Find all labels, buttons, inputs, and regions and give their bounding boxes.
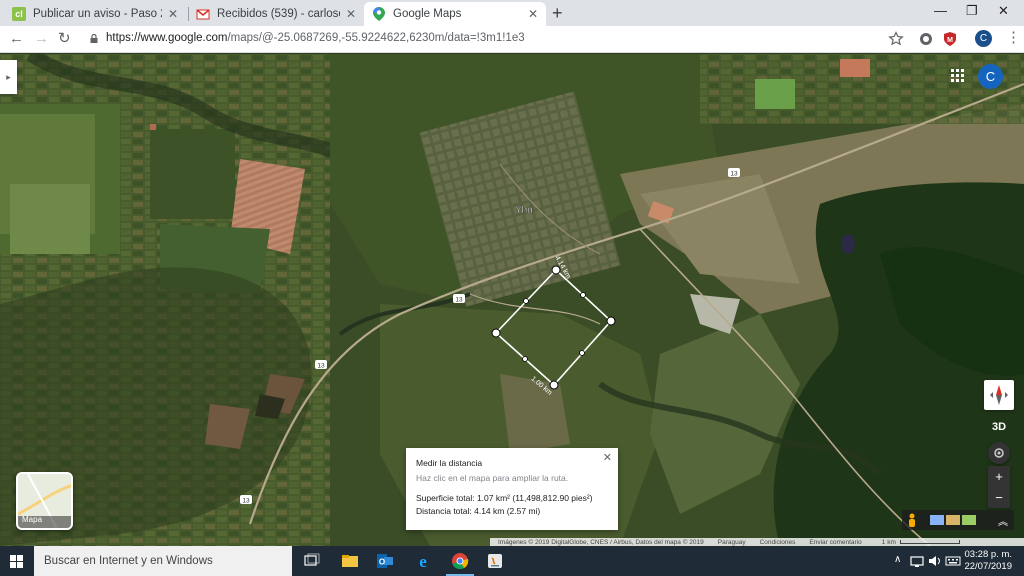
measure-hint: Haz clic en el mapa para ampliar la ruta…: [416, 473, 569, 483]
location-target-icon: [994, 448, 1004, 458]
expand-side-panel-button[interactable]: ▸: [0, 60, 17, 94]
tab-strip: cl Publicar un aviso - Paso 2 - Clasi ✕ …: [0, 0, 1024, 26]
google-apps-icon[interactable]: [951, 69, 964, 82]
zoom-in-button[interactable]: +: [988, 466, 1010, 487]
close-tab-icon[interactable]: ✕: [346, 7, 356, 21]
forward-button[interactable]: →: [34, 30, 49, 48]
tab-title: Recibidos (539) - carloseliasmarti: [217, 8, 340, 20]
clock-time: 03:28 p. m.: [964, 549, 1012, 560]
volume-icon[interactable]: [926, 552, 944, 570]
account-avatar[interactable]: C: [978, 64, 1003, 89]
route-label: 13: [242, 498, 250, 505]
file-explorer-icon[interactable]: [341, 552, 359, 570]
address-bar[interactable]: https://www.google.com/maps/@-25.0687269…: [106, 32, 525, 44]
url-host: https://www.google.com: [106, 32, 228, 44]
map-type-label: Mapa: [22, 515, 43, 524]
imagery-thumbnail[interactable]: [930, 515, 944, 525]
tab-gmail[interactable]: Recibidos (539) - carloseliasmarti ✕: [188, 2, 364, 26]
taskbar-search-input[interactable]: Buscar en Internet y en Windows: [34, 546, 292, 576]
zoom-controls: + −: [988, 466, 1010, 508]
imagery-thumbnail[interactable]: [962, 515, 976, 525]
tab-title: Publicar un aviso - Paso 2 - Clasi: [33, 8, 162, 20]
satellite-map[interactable]: 13 13 13 13 Yhú 4.14 km 1.00 km ▸ C Mapa: [0, 54, 1024, 546]
profile-avatar[interactable]: C: [975, 30, 992, 47]
close-tab-icon[interactable]: ✕: [528, 7, 538, 21]
keyboard-language-icon[interactable]: [944, 552, 962, 570]
measure-midpoint[interactable]: [579, 350, 585, 356]
terms-link[interactable]: Condiciones: [760, 539, 796, 546]
java-app-icon[interactable]: [486, 552, 504, 570]
gmail-icon: [196, 7, 210, 21]
scale-label[interactable]: 1 km: [882, 539, 896, 546]
street-view-bar: ︽: [902, 510, 1014, 530]
close-window-button[interactable]: ✕: [998, 3, 1009, 19]
total-distance: Distancia total: 4.14 km (2.57 mi): [416, 506, 541, 516]
restore-button[interactable]: ❐: [966, 3, 978, 19]
country-link[interactable]: Paraguay: [718, 539, 746, 546]
measure-midpoint[interactable]: [522, 356, 528, 362]
tab-google-maps[interactable]: Google Maps ✕: [364, 2, 546, 26]
outlook-icon[interactable]: O: [376, 552, 394, 570]
google-maps-icon: [372, 7, 386, 21]
tab-classifieds[interactable]: cl Publicar un aviso - Paso 2 - Clasi ✕: [4, 2, 186, 26]
town-label: Yhú: [515, 205, 533, 216]
new-tab-button[interactable]: +: [552, 4, 563, 22]
route-label: 13: [455, 297, 463, 304]
route-label: 13: [730, 171, 738, 178]
internet-explorer-icon[interactable]: e: [414, 552, 432, 570]
taskbar-search-placeholder: Buscar en Internet y en Windows: [44, 555, 213, 567]
bookmark-star-icon[interactable]: [888, 31, 904, 47]
browser-menu-icon[interactable]: ⋮: [1006, 29, 1021, 47]
show-hidden-icons-chevron[interactable]: ∧: [894, 554, 901, 565]
classifieds-icon: cl: [12, 7, 26, 21]
close-measure-button[interactable]: ✕: [603, 451, 612, 464]
close-tab-icon[interactable]: ✕: [168, 7, 178, 21]
map-footer: Imágenes © 2019 DigitalGlobe, CNES / Air…: [490, 538, 1024, 546]
svg-text:M: M: [947, 37, 953, 44]
my-location-button[interactable]: [988, 442, 1010, 464]
measure-vertex[interactable]: [549, 380, 559, 390]
chrome-icon[interactable]: [451, 552, 469, 570]
url-path: /maps/@-25.0687269,-55.9224622,6230m/dat…: [227, 32, 525, 44]
measure-distance-panel: Medir la distancia Haz clic en el mapa p…: [406, 448, 618, 530]
measure-midpoint[interactable]: [580, 292, 586, 298]
compass-button[interactable]: [984, 380, 1014, 410]
system-clock[interactable]: 03:28 p. m. 22/07/2019: [964, 549, 1012, 573]
clock-date: 22/07/2019: [964, 561, 1012, 572]
expand-chevron-icon[interactable]: ︽: [998, 513, 1008, 528]
pegman-icon[interactable]: [907, 513, 917, 527]
total-area: Superficie total: 1.07 km² (11,498,812.9…: [416, 493, 593, 503]
scale-bar: [899, 540, 960, 544]
svg-text:O: O: [379, 558, 385, 567]
imagery-thumbnail[interactable]: [946, 515, 960, 525]
map-type-toggle[interactable]: Mapa: [16, 472, 73, 530]
extension-shield-icon[interactable]: M: [942, 31, 958, 47]
windows-start-icon[interactable]: [10, 555, 23, 568]
extension-circle-icon[interactable]: [918, 31, 934, 47]
route-label: 13: [317, 363, 325, 370]
imagery-attribution: Imágenes © 2019 DigitalGlobe, CNES / Air…: [498, 538, 704, 546]
tilt-3d-button[interactable]: 3D: [986, 416, 1012, 438]
tab-title: Google Maps: [393, 8, 462, 20]
measure-vertex[interactable]: [606, 316, 616, 326]
network-icon[interactable]: [908, 552, 926, 570]
measure-midpoint[interactable]: [523, 298, 529, 304]
reload-button[interactable]: ↻: [58, 30, 71, 48]
svg-text:e: e: [419, 552, 427, 570]
minimize-button[interactable]: —: [934, 3, 947, 18]
back-button[interactable]: ←: [9, 30, 24, 48]
windows-taskbar: Buscar en Internet y en Windows O e ∧ 03…: [0, 546, 1024, 576]
task-view-icon[interactable]: [303, 552, 321, 570]
measure-vertex[interactable]: [491, 328, 501, 338]
browser-toolbar: ← → ↻ https://www.google.com/maps/@-25.0…: [0, 26, 1024, 53]
lock-icon[interactable]: [90, 34, 98, 43]
measure-title: Medir la distancia: [416, 458, 483, 468]
zoom-out-button[interactable]: −: [988, 487, 1010, 508]
compass-icon: [990, 385, 1008, 405]
feedback-link[interactable]: Enviar comentario: [809, 539, 861, 546]
